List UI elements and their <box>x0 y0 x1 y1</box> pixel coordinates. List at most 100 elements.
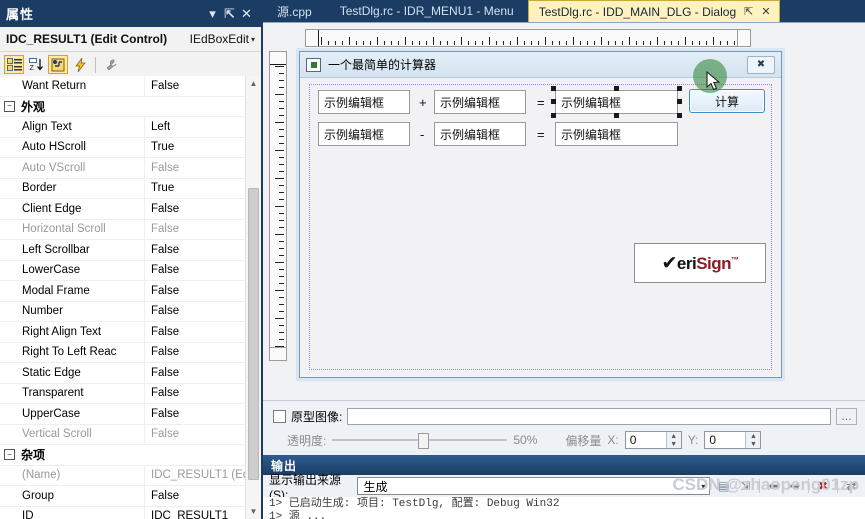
property-row[interactable]: Modal Frame False <box>0 281 261 302</box>
edit-operand-a2[interactable]: 示例编辑框 <box>318 122 410 146</box>
stepper-up-icon[interactable]: ▲ <box>667 432 681 440</box>
browse-button[interactable]: … <box>836 408 857 425</box>
stepper-arrows[interactable]: ▲ ▼ <box>665 432 681 448</box>
prototype-image-path-input[interactable] <box>347 408 831 425</box>
property-value[interactable]: False <box>145 220 261 240</box>
prototype-image-checkbox[interactable] <box>273 410 286 423</box>
tab-dialog-resource[interactable]: TestDlg.rc - IDD_MAIN_DLG - Dialog ⇱ ✕ <box>527 0 780 22</box>
output-list-icon[interactable]: ▤ <box>716 478 731 495</box>
categorized-button[interactable] <box>4 55 24 74</box>
edit-operand-b1[interactable]: 示例编辑框 <box>434 90 526 114</box>
vertical-ruler[interactable] <box>269 51 287 361</box>
stepper-arrows[interactable]: ▲ ▼ <box>745 432 761 448</box>
properties-grid[interactable]: Want Return False − 外观 Align Text Left A… <box>0 76 261 519</box>
output-prev-icon[interactable]: ⬅ <box>766 478 781 495</box>
property-value[interactable]: False <box>145 261 261 281</box>
property-value[interactable]: False <box>145 302 261 322</box>
property-value[interactable]: False <box>145 199 261 219</box>
tab-source-cpp[interactable]: 源.cpp <box>263 0 326 22</box>
property-row[interactable]: Horizontal Scroll False <box>0 219 261 240</box>
pin-icon[interactable]: ⇱ <box>221 4 238 24</box>
property-value[interactable]: IDC_RESULT1 (Edit <box>145 466 261 486</box>
property-value[interactable]: False <box>145 404 261 424</box>
pin-icon[interactable]: ⇱ <box>744 5 753 18</box>
calculate-button[interactable]: 计算 <box>689 89 765 113</box>
stepper-down-icon[interactable]: ▼ <box>746 440 760 448</box>
property-row[interactable]: Static Edge False <box>0 363 261 384</box>
edit-result2[interactable]: 示例编辑框 <box>555 122 678 146</box>
edit-result1[interactable]: 示例编辑框 <box>555 90 678 114</box>
property-row[interactable]: Want Return False <box>0 76 261 97</box>
property-row[interactable]: Transparent False <box>0 383 261 404</box>
offset-y-stepper[interactable]: 0 ▲ ▼ <box>704 431 762 449</box>
offset-x-value[interactable]: 0 <box>630 433 637 447</box>
property-category-misc[interactable]: − 杂项 <box>0 445 261 466</box>
scrollbar-thumb[interactable] <box>248 188 259 480</box>
property-row[interactable]: Client Edge False <box>0 199 261 220</box>
property-row[interactable]: LowerCase False <box>0 260 261 281</box>
output-next-icon[interactable]: ➡ <box>787 478 802 495</box>
property-value[interactable]: Left <box>145 117 261 137</box>
stepper-down-icon[interactable]: ▼ <box>667 440 681 448</box>
property-row[interactable]: Align Text Left <box>0 117 261 138</box>
property-row[interactable]: Right Align Text False <box>0 322 261 343</box>
property-row[interactable]: (Name) IDC_RESULT1 (Edit <box>0 465 261 486</box>
close-icon[interactable]: ✕ <box>238 4 255 24</box>
opacity-slider[interactable] <box>332 432 508 449</box>
edit-operand-b2[interactable]: 示例编辑框 <box>434 122 526 146</box>
object-type-combo[interactable]: IEdBoxEdit ▾ <box>190 32 255 46</box>
property-row[interactable]: ID IDC_RESULT1 <box>0 506 261 519</box>
property-value[interactable]: False <box>145 76 261 96</box>
property-value[interactable]: False <box>145 322 261 342</box>
edit-operand-a1[interactable]: 示例编辑框 <box>318 90 410 114</box>
property-value[interactable]: False <box>145 425 261 445</box>
property-value[interactable]: False <box>145 343 261 363</box>
stepper-up-icon[interactable]: ▲ <box>746 432 760 440</box>
property-row[interactable]: Left Scrollbar False <box>0 240 261 261</box>
output-text-area[interactable]: 1> 已启动生成: 项目: TestDlg, 配置: Debug Win32 1… <box>263 497 865 519</box>
dialog-close-button[interactable]: ✖ <box>747 55 775 74</box>
property-pages-button[interactable] <box>101 55 121 74</box>
collapse-icon[interactable]: − <box>4 100 15 112</box>
offset-y-value[interactable]: 0 <box>709 433 716 447</box>
offset-x-stepper[interactable]: 0 ▲ ▼ <box>624 431 682 449</box>
property-row[interactable]: Right To Left Reac False <box>0 342 261 363</box>
property-row[interactable]: Auto VScroll False <box>0 158 261 179</box>
property-value[interactable]: False <box>145 486 261 506</box>
horizontal-ruler[interactable] <box>305 29 751 47</box>
verisign-picture-control[interactable]: ✔eriSign™ <box>634 243 766 283</box>
events-button[interactable] <box>70 55 90 74</box>
property-value[interactable]: True <box>145 179 261 199</box>
property-value[interactable]: IDC_RESULT1 <box>145 507 261 519</box>
toggle-wordwrap-icon[interactable]: ⇄ <box>844 478 859 495</box>
property-value[interactable]: False <box>145 240 261 260</box>
property-row[interactable]: Vertical Scroll False <box>0 424 261 445</box>
dialog-client-area[interactable]: 示例编辑框 + 示例编辑框 = 示例编辑框 计算 示例编辑框 - 示例编辑框 =… <box>300 78 781 377</box>
alphabetical-sort-button[interactable]: Z <box>26 55 46 74</box>
property-row[interactable]: Border True <box>0 178 261 199</box>
properties-scrollbar[interactable]: ▲ ▼ <box>245 76 261 519</box>
property-row[interactable]: UpperCase False <box>0 404 261 425</box>
properties-view-button[interactable] <box>48 55 68 74</box>
output-wrap-icon[interactable]: ⇲ <box>738 478 753 495</box>
tab-menu-resource[interactable]: TestDlg.rc - IDR_MENU1 - Menu <box>326 0 528 22</box>
scroll-up-icon[interactable]: ▲ <box>246 76 261 91</box>
chevron-down-icon[interactable]: ▾ <box>204 4 221 24</box>
property-value[interactable]: True <box>145 138 261 158</box>
output-source-combo[interactable]: 生成 ▾ <box>357 477 711 495</box>
property-value[interactable]: False <box>145 158 261 178</box>
collapse-icon[interactable]: − <box>4 449 15 461</box>
property-row[interactable]: Auto HScroll True <box>0 137 261 158</box>
property-value[interactable]: False <box>145 281 261 301</box>
property-value[interactable]: False <box>145 384 261 404</box>
close-icon[interactable]: ✕ <box>761 5 770 18</box>
slider-knob[interactable] <box>418 433 430 449</box>
property-category-appearance[interactable]: − 外观 <box>0 96 261 117</box>
property-row[interactable]: Group False <box>0 486 261 507</box>
scroll-down-icon[interactable]: ▼ <box>246 504 261 519</box>
dialog-designer-surface[interactable]: 一个最简单的计算器 ✖ 示例编辑框 + 示例编辑框 = 示例编辑框 计算 示例编… <box>263 22 865 400</box>
property-value[interactable]: False <box>145 363 261 383</box>
designed-dialog[interactable]: 一个最简单的计算器 ✖ 示例编辑框 + 示例编辑框 = 示例编辑框 计算 示例编… <box>299 51 782 378</box>
property-row[interactable]: Number False <box>0 301 261 322</box>
clear-output-icon[interactable]: ✖ <box>815 478 830 495</box>
